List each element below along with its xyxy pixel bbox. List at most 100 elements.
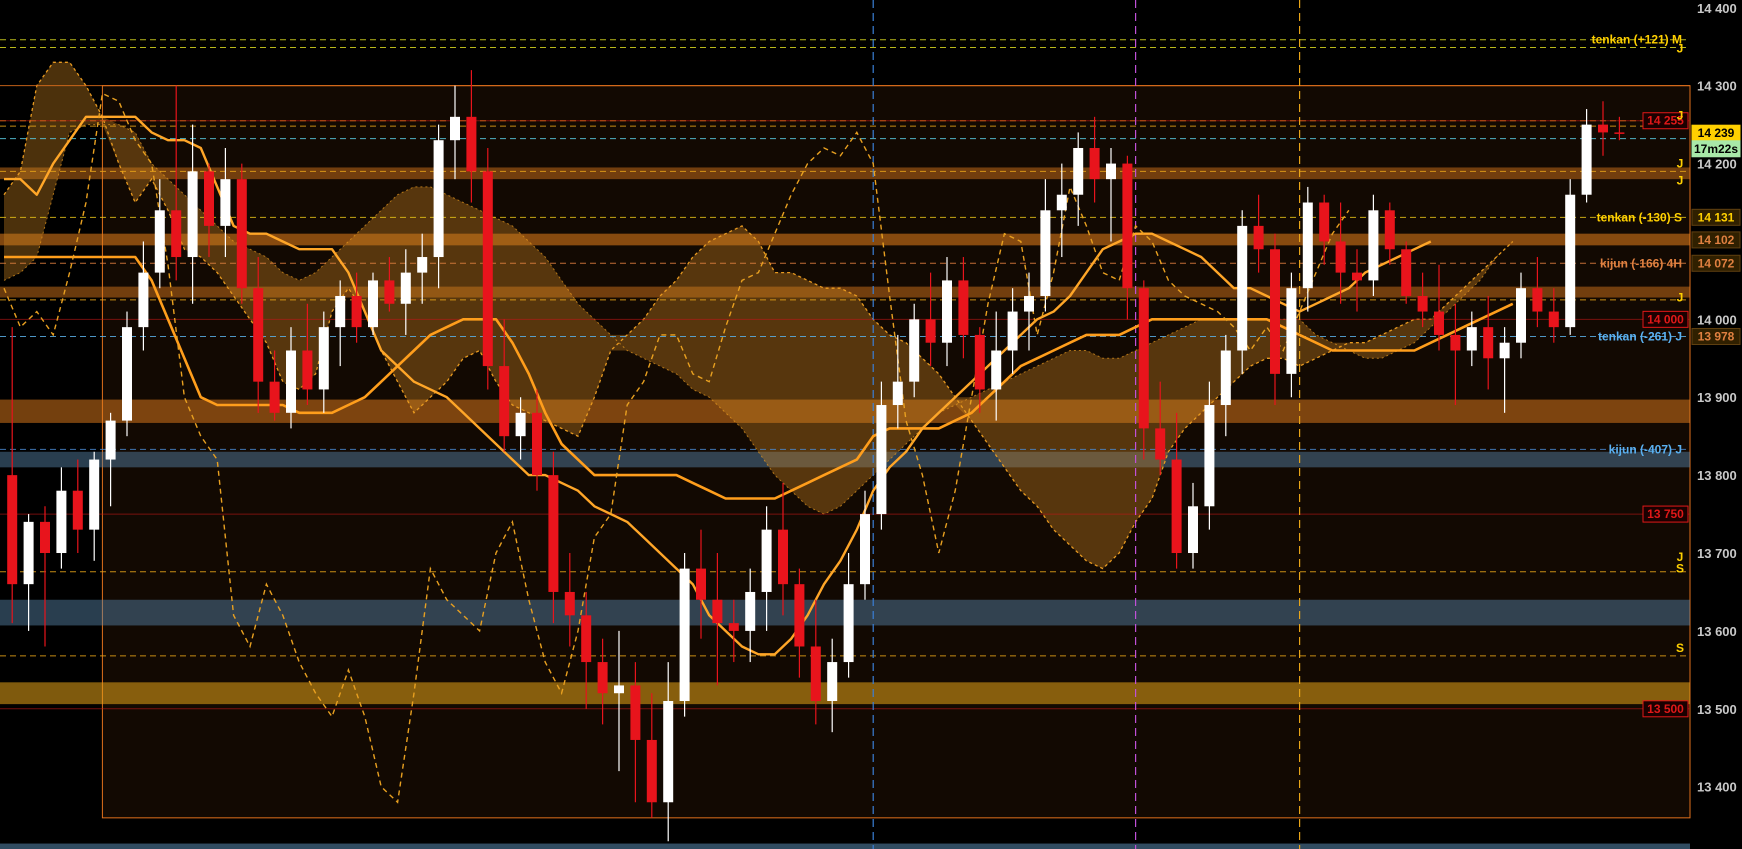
candle[interactable] bbox=[679, 553, 690, 717]
candle-body bbox=[1286, 288, 1297, 374]
candle-body bbox=[663, 701, 674, 803]
y-tick-label: 14 200 bbox=[1697, 157, 1737, 172]
candle-body bbox=[122, 327, 132, 421]
candle-body bbox=[1532, 288, 1543, 312]
candle-body bbox=[1581, 124, 1592, 195]
level-label: kijun (-166) 4H bbox=[1600, 256, 1682, 270]
candle-body bbox=[72, 490, 83, 530]
candle-body bbox=[1188, 506, 1198, 554]
candle-body bbox=[515, 412, 526, 437]
candle-body bbox=[1499, 342, 1510, 359]
candle-body bbox=[1056, 194, 1067, 211]
candle-body bbox=[1237, 225, 1248, 351]
side-letter: J bbox=[1677, 291, 1684, 305]
candle-body bbox=[974, 334, 985, 390]
level-band bbox=[0, 843, 1690, 849]
candle-body bbox=[778, 529, 788, 585]
candle-body bbox=[630, 685, 641, 740]
red-level-label: 14 000 bbox=[1647, 312, 1684, 326]
price-badge-text: 13 978 bbox=[1698, 329, 1735, 343]
candle[interactable] bbox=[122, 311, 132, 437]
candle-body bbox=[810, 646, 821, 702]
chart-root[interactable]: tenkan (+121) M tenkan (-130) S kijun (-16… bbox=[0, 0, 1742, 849]
candle-body bbox=[1106, 163, 1116, 180]
red-level-label: 13 500 bbox=[1647, 702, 1684, 716]
candle-body bbox=[1155, 428, 1166, 460]
candle-body bbox=[204, 171, 214, 226]
candle-body bbox=[925, 319, 936, 343]
candle[interactable] bbox=[56, 467, 67, 569]
candle-body bbox=[89, 459, 100, 530]
candle-body bbox=[1270, 249, 1280, 374]
candle-body bbox=[1483, 327, 1494, 359]
candle-body bbox=[1417, 295, 1428, 312]
candle-body bbox=[876, 405, 887, 515]
side-letter: J bbox=[1677, 108, 1684, 122]
candle[interactable] bbox=[89, 451, 100, 561]
candle[interactable] bbox=[1565, 179, 1576, 335]
candle-body bbox=[1302, 202, 1313, 289]
candle-body bbox=[335, 295, 346, 328]
price-chart[interactable]: tenkan (+121) M tenkan (-130) S kijun (-16… bbox=[0, 0, 1742, 849]
candle-body bbox=[302, 350, 313, 390]
candle-body bbox=[286, 350, 296, 413]
candle-body bbox=[466, 116, 477, 172]
candle[interactable] bbox=[236, 163, 247, 304]
candle-body bbox=[597, 662, 608, 694]
level-label: tenkan (-130) S bbox=[1597, 210, 1682, 224]
candle-body bbox=[745, 591, 756, 631]
y-tick-label: 13 700 bbox=[1697, 546, 1737, 561]
candle-body bbox=[827, 662, 838, 702]
candle-body bbox=[23, 521, 34, 585]
candle-body bbox=[1434, 311, 1444, 335]
candle-body bbox=[417, 257, 428, 273]
candle-body bbox=[236, 179, 247, 289]
candle-body bbox=[1466, 327, 1477, 351]
candle-body bbox=[368, 280, 378, 328]
level-label: tenkan (+121) M bbox=[1592, 33, 1682, 47]
candle-body bbox=[1368, 210, 1379, 281]
candle-body bbox=[56, 490, 67, 554]
y-tick-label: 14 000 bbox=[1697, 312, 1737, 327]
candle[interactable] bbox=[368, 272, 378, 335]
y-tick-label: 13 800 bbox=[1697, 468, 1737, 483]
candle[interactable] bbox=[1237, 210, 1248, 374]
candle-body bbox=[1352, 272, 1362, 281]
candle-body bbox=[351, 295, 362, 328]
candle[interactable] bbox=[72, 459, 83, 554]
candle-body bbox=[1089, 147, 1100, 180]
candle-body bbox=[892, 381, 903, 406]
candle-body bbox=[1204, 405, 1215, 507]
level-band bbox=[0, 167, 1690, 180]
candle-body bbox=[1138, 288, 1149, 429]
candle-body bbox=[138, 272, 149, 328]
candle-body bbox=[1565, 194, 1576, 328]
candle-body bbox=[712, 599, 723, 624]
candle-body bbox=[269, 381, 280, 413]
candle-body bbox=[679, 568, 690, 702]
candle-body bbox=[433, 140, 444, 258]
candle-body bbox=[318, 327, 329, 390]
candle-body bbox=[564, 591, 575, 616]
candle-body bbox=[1171, 459, 1182, 554]
candle[interactable] bbox=[1401, 241, 1412, 304]
side-letter: S bbox=[1676, 641, 1684, 655]
candle-body bbox=[761, 529, 772, 592]
candle-body bbox=[105, 420, 116, 460]
side-letter: J bbox=[1677, 157, 1684, 171]
y-tick-label: 13 400 bbox=[1697, 780, 1737, 795]
candle-body bbox=[1335, 241, 1346, 273]
y-tick-label: 14 400 bbox=[1697, 1, 1737, 16]
candle-body bbox=[860, 514, 870, 585]
candle-body bbox=[843, 584, 854, 663]
candle-body bbox=[909, 319, 920, 382]
candle-body bbox=[646, 739, 657, 803]
candle-body bbox=[1024, 295, 1034, 312]
candle-body bbox=[1548, 311, 1559, 328]
candle[interactable] bbox=[482, 147, 493, 390]
price-badge-text: 14 072 bbox=[1698, 256, 1735, 270]
candle-body bbox=[581, 615, 592, 663]
candle-body bbox=[1516, 288, 1526, 343]
y-tick-label: 13 600 bbox=[1697, 624, 1737, 639]
candle[interactable] bbox=[7, 327, 18, 624]
